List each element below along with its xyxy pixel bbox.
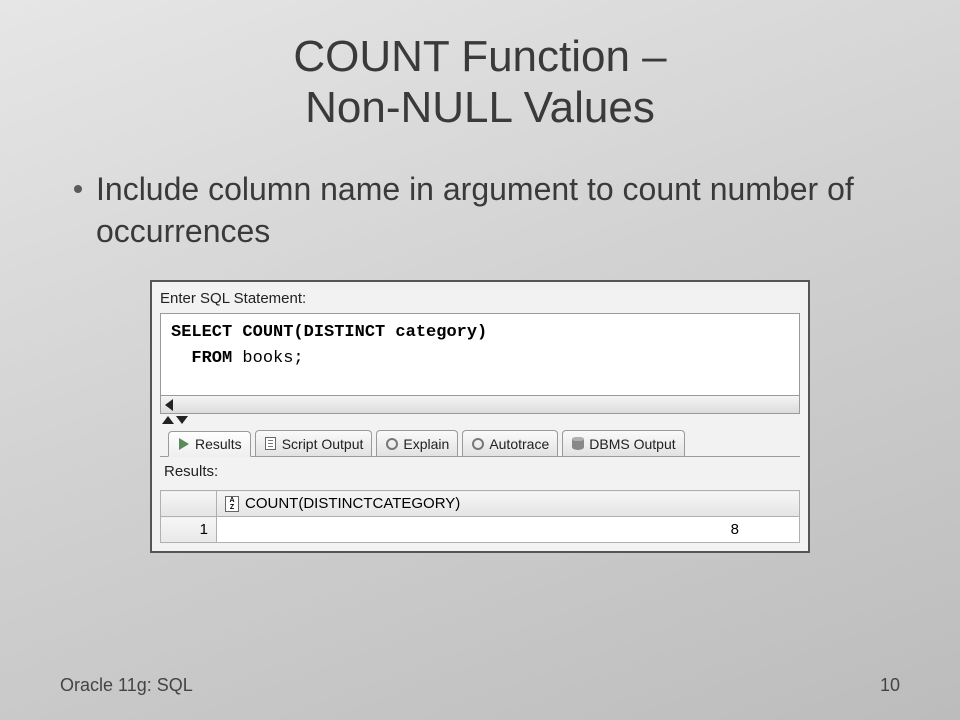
sql-line-2-rest: books; (232, 349, 303, 368)
bullet-text: Include column name in argument to count… (96, 169, 900, 252)
triangle-down-icon (176, 416, 188, 424)
tab-autotrace-label: Autotrace (489, 436, 549, 452)
splitter-handle[interactable] (160, 416, 800, 426)
sql-prompt-label: Enter SQL Statement: (152, 282, 808, 313)
play-icon (177, 437, 191, 451)
document-icon (264, 437, 278, 451)
gear-icon (471, 437, 485, 451)
results-label: Results: (152, 457, 808, 490)
sql-editor[interactable]: SELECT COUNT(DISTINCT category) FROM boo… (160, 313, 800, 396)
tab-dbms-output[interactable]: DBMS Output (562, 430, 684, 456)
row-number-header[interactable] (161, 491, 217, 517)
tab-results[interactable]: Results (168, 431, 251, 457)
sql-line-2-keyword: FROM (191, 349, 232, 368)
tab-explain[interactable]: Explain (376, 430, 458, 456)
database-icon (571, 437, 585, 451)
title-line-2: Non-NULL Values (305, 83, 655, 132)
tab-autotrace[interactable]: Autotrace (462, 430, 558, 456)
tab-explain-label: Explain (403, 436, 449, 452)
value-cell: 8 (217, 517, 800, 543)
row-number-cell: 1 (161, 517, 217, 543)
tab-script-output-label: Script Output (282, 436, 364, 452)
footer-left: Oracle 11g: SQL (60, 675, 193, 696)
triangle-up-icon (162, 416, 174, 424)
scroll-left-icon (165, 399, 173, 411)
sql-line-1: SELECT COUNT(DISTINCT category) (171, 323, 487, 342)
slide-footer: Oracle 11g: SQL 10 (60, 675, 900, 696)
table-header-row: AZ COUNT(DISTINCTCATEGORY) (161, 491, 800, 517)
horizontal-scrollbar[interactable] (160, 396, 800, 414)
column-header[interactable]: AZ COUNT(DISTINCTCATEGORY) (217, 491, 800, 517)
gear-icon (385, 437, 399, 451)
title-line-1: COUNT Function – (293, 32, 666, 81)
tab-script-output[interactable]: Script Output (255, 430, 373, 456)
result-tabs: Results Script Output Explain Autotrace … (160, 426, 800, 457)
table-row[interactable]: 1 8 (161, 517, 800, 543)
bullet-dot-icon (74, 185, 82, 193)
tab-dbms-output-label: DBMS Output (589, 436, 675, 452)
slide-title: COUNT Function – Non-NULL Values (60, 32, 900, 133)
results-grid: AZ COUNT(DISTINCTCATEGORY) 1 8 (160, 490, 800, 543)
bullet-item: Include column name in argument to count… (60, 169, 900, 252)
footer-page-number: 10 (880, 675, 900, 696)
sort-az-icon: AZ (225, 496, 239, 512)
slide: COUNT Function – Non-NULL Values Include… (0, 0, 960, 720)
tab-results-label: Results (195, 436, 242, 452)
sql-tool-panel: Enter SQL Statement: SELECT COUNT(DISTIN… (150, 280, 810, 553)
column-header-text: COUNT(DISTINCTCATEGORY) (245, 495, 460, 512)
